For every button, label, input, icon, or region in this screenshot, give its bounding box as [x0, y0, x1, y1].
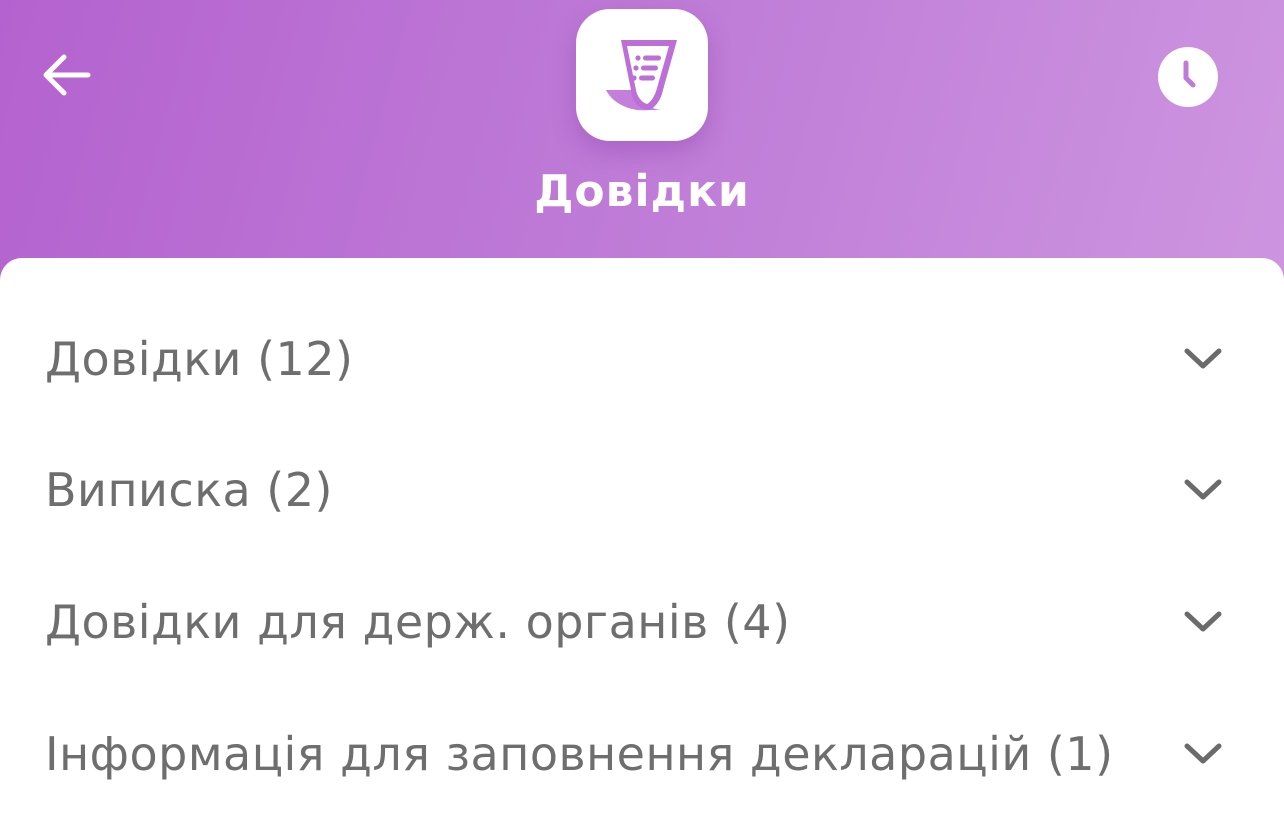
list-item-label: Виписка (2) [45, 463, 333, 517]
chevron-down-icon[interactable] [1181, 737, 1225, 771]
chevron-down-icon[interactable] [1181, 342, 1225, 376]
history-button[interactable] [1157, 46, 1219, 108]
back-button[interactable] [34, 46, 98, 104]
list-item-label: Довідки для держ. органів (4) [45, 595, 791, 649]
arrow-left-icon [43, 54, 91, 96]
document-scroll-icon [606, 40, 677, 111]
list-item-statement[interactable]: Виписка (2) [0, 435, 1284, 545]
chevron-down-icon[interactable] [1181, 605, 1225, 639]
list-item-declarations[interactable]: Інформація для заповнення декларацій (1) [0, 699, 1284, 809]
page-title: Довідки [534, 166, 750, 217]
header: Довідки [0, 0, 1284, 300]
list-item-certificates[interactable]: Довідки (12) [0, 304, 1284, 414]
certificates-list: Довідки (12) Виписка (2) Довідки для дер… [0, 258, 1284, 827]
list-item-state-authorities[interactable]: Довідки для держ. органів (4) [0, 567, 1284, 677]
app-icon [576, 9, 708, 141]
chevron-down-icon[interactable] [1181, 473, 1225, 507]
clock-icon [1158, 47, 1218, 107]
list-item-label: Довідки (12) [45, 332, 354, 386]
list-item-label: Інформація для заповнення декларацій (1) [45, 727, 1114, 781]
